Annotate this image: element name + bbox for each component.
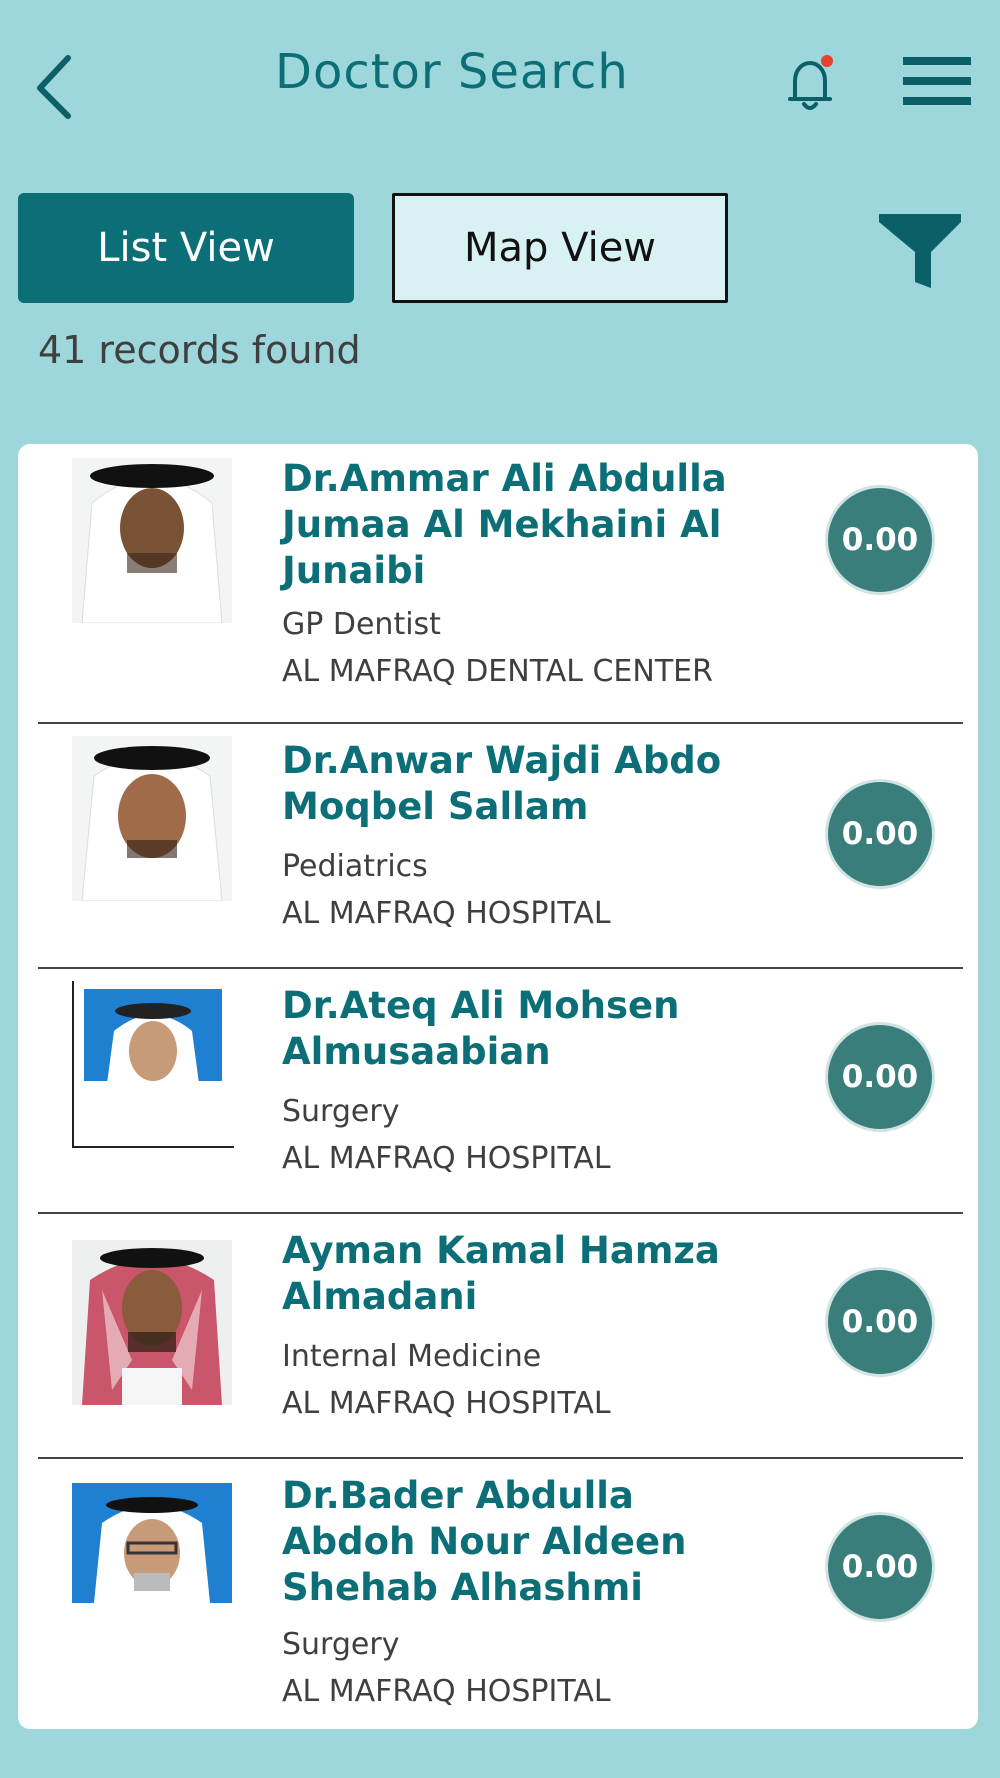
doctor-name: Dr.Bader Abdulla Abdoh Nour Aldeen Sheha…: [282, 1474, 687, 1609]
rating-badge: 0.00: [828, 1270, 932, 1374]
records-count: 41 records found: [38, 328, 361, 372]
doctor-photo: [72, 1240, 232, 1405]
doctor-facility: AL MAFRAQ HOSPITAL: [282, 1141, 611, 1176]
doctor-specialty: GP Dentist: [282, 607, 441, 642]
page-title: Doctor Search: [275, 44, 629, 100]
rating-badge: 0.00: [828, 1025, 932, 1129]
doctor-name: Ayman Kamal Hamza Almadani: [282, 1229, 720, 1318]
doctor-facility: AL MAFRAQ HOSPITAL: [282, 1386, 611, 1421]
doctor-photo: [72, 458, 232, 624]
list-item[interactable]: Dr.Bader Abdulla Abdoh Nour Aldeen Sheha…: [38, 1457, 963, 1729]
doctor-name: Dr.Ammar Ali Abdulla Jumaa Al Mekhaini A…: [282, 457, 727, 592]
doctor-specialty: Surgery: [282, 1627, 400, 1662]
doctor-facility: AL MAFRAQ HOSPITAL: [282, 896, 611, 931]
doctor-name: Dr.Anwar Wajdi Abdo Moqbel Sallam: [282, 739, 722, 828]
rating-badge: 0.00: [828, 782, 932, 886]
doctor-specialty: Internal Medicine: [282, 1339, 542, 1374]
doctor-list: Dr.Ammar Ali Abdulla Jumaa Al Mekhaini A…: [18, 444, 978, 1729]
hamburger-menu-icon[interactable]: [903, 57, 971, 105]
notification-dot-icon: [821, 55, 833, 67]
list-item[interactable]: Dr.Ateq Ali Mohsen Almusaabian Surgery A…: [38, 967, 963, 1214]
doctor-specialty: Pediatrics: [282, 849, 428, 884]
doctor-facility: AL MAFRAQ DENTAL CENTER: [282, 654, 713, 689]
map-view-button[interactable]: Map View: [392, 193, 728, 303]
doctor-photo: [72, 981, 234, 1148]
rating-badge: 0.00: [828, 488, 932, 592]
top-bar: Doctor Search: [0, 0, 1000, 170]
list-item[interactable]: Dr.Anwar Wajdi Abdo Moqbel Sallam Pediat…: [38, 722, 963, 969]
bell-icon[interactable]: [785, 55, 835, 115]
doctor-name: Dr.Ateq Ali Mohsen Almusaabian: [282, 984, 680, 1073]
doctor-photo: [72, 736, 232, 902]
doctor-photo: [72, 1483, 232, 1648]
list-item[interactable]: Dr.Ammar Ali Abdulla Jumaa Al Mekhaini A…: [38, 444, 963, 724]
filter-icon[interactable]: [875, 210, 965, 290]
list-view-button[interactable]: List View: [18, 193, 354, 303]
list-item[interactable]: Ayman Kamal Hamza Almadani Internal Medi…: [38, 1212, 963, 1459]
doctor-facility: AL MAFRAQ HOSPITAL: [282, 1674, 611, 1709]
rating-badge: 0.00: [828, 1515, 932, 1619]
doctor-specialty: Surgery: [282, 1094, 400, 1129]
